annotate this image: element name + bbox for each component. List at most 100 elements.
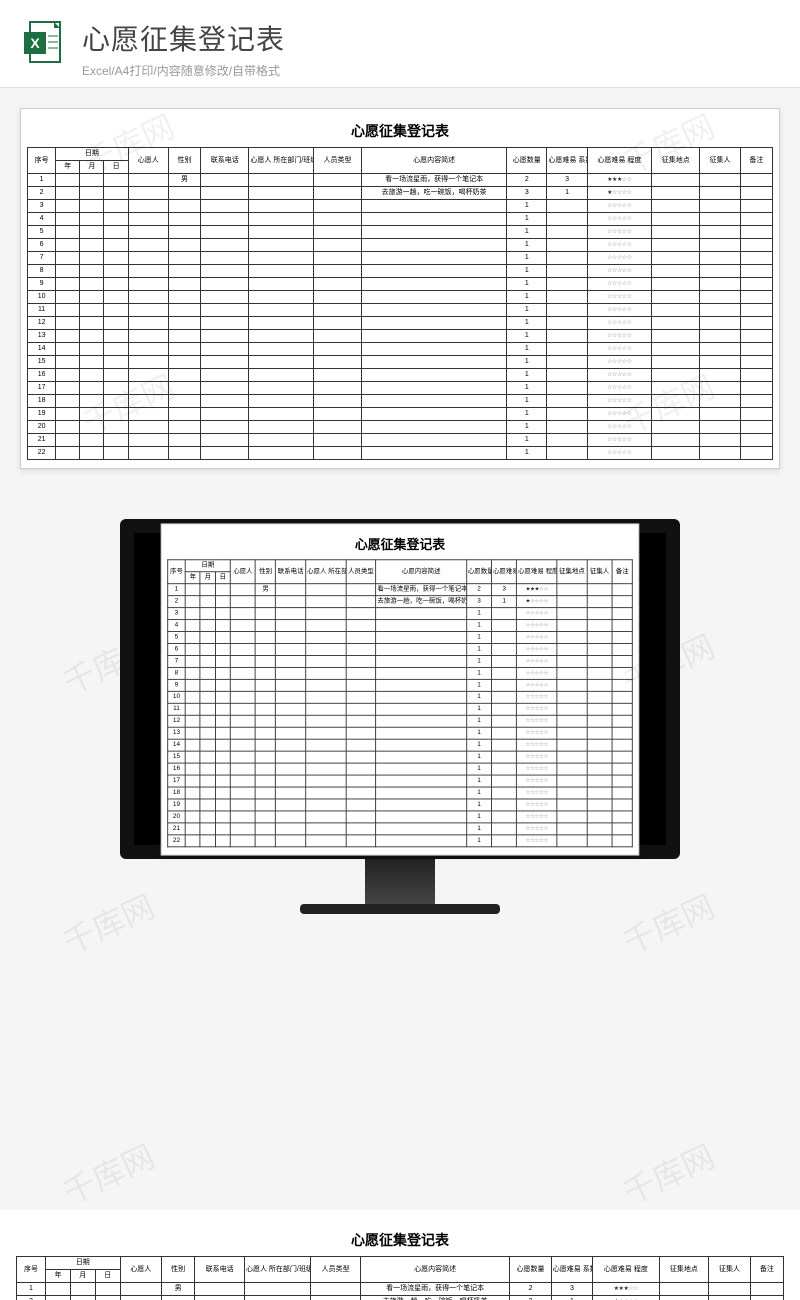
col-seq: 序号 — [28, 148, 56, 174]
table-row: 1 男 看一场流星雨，获得一个笔记本23 ★★★☆☆ — [17, 1283, 784, 1296]
spreadsheet-preview: 心愿征集登记表 序号 日期 心愿人 性别 联系电话 心愿人 所在部门/班级 人员… — [20, 108, 780, 469]
col-date: 日期 — [56, 148, 128, 161]
table-row: 15 1 ☆☆☆☆☆ — [168, 751, 633, 763]
table-row: 7 1 ☆☆☆☆☆ — [168, 655, 633, 667]
col-remark: 备注 — [612, 559, 632, 583]
col-level: 心愿难易 程度 — [517, 559, 557, 583]
col-person: 心愿人 — [230, 559, 255, 583]
table-row: 1 男 看一场流星雨，获得一个笔记本23 ★★★☆☆ — [28, 174, 773, 187]
table-row: 16 1 ☆☆☆☆☆ — [28, 369, 773, 382]
sheet-title-monitor: 心愿征集登记表 — [167, 531, 633, 559]
table-row: 3 1 ☆☆☆☆☆ — [28, 200, 773, 213]
table-row: 14 1 ☆☆☆☆☆ — [168, 739, 633, 751]
table-row: 9 1 ☆☆☆☆☆ — [28, 278, 773, 291]
table-row: 20 1 ☆☆☆☆☆ — [168, 810, 633, 822]
col-gender: 性别 — [256, 559, 276, 583]
col-gender: 性别 — [168, 148, 200, 174]
col-dept: 心愿人 所在部门/班级 — [244, 1257, 310, 1283]
col-year: 年 — [46, 1270, 71, 1283]
col-loc: 征集地点 — [557, 559, 587, 583]
table-row: 21 1 ☆☆☆☆☆ — [28, 434, 773, 447]
col-person: 心愿人 — [120, 1257, 161, 1283]
col-date: 日期 — [185, 559, 230, 571]
col-day: 日 — [95, 1270, 120, 1283]
col-remark: 备注 — [740, 148, 772, 174]
wish-table: 序号 日期 心愿人 性别 联系电话 心愿人 所在部门/班级 人员类型 心愿内容简… — [27, 147, 773, 460]
table-row: 8 1 ☆☆☆☆☆ — [168, 667, 633, 679]
watermark: 千库网 — [615, 1132, 721, 1214]
col-loc: 征集地点 — [659, 1257, 709, 1283]
monitor-screen: 心愿征集登记表 序号 日期 心愿人 性别 联系电话 心愿人 所在部门/班级 人员… — [120, 519, 680, 859]
table-row: 21 1 ☆☆☆☆☆ — [168, 822, 633, 834]
page-subtitle: Excel/A4打印/内容随意修改/自带格式 — [82, 62, 780, 79]
col-year: 年 — [56, 161, 80, 174]
col-year: 年 — [185, 571, 200, 583]
bottom-cropped-preview: 心愿征集登记表 序号 日期 心愿人 性别 联系电话 心愿人 所在部门/班级 人员… — [0, 1210, 800, 1300]
table-row: 19 1 ☆☆☆☆☆ — [28, 408, 773, 421]
table-row: 22 1 ☆☆☆☆☆ — [28, 447, 773, 460]
table-row: 7 1 ☆☆☆☆☆ — [28, 252, 773, 265]
wish-table-monitor: 序号 日期 心愿人 性别 联系电话 心愿人 所在部门/班级 人员类型 心愿内容简… — [167, 559, 633, 847]
table-row: 15 1 ☆☆☆☆☆ — [28, 356, 773, 369]
table-row: 2 去旅游一趟，吃一碗饭，喝杯奶茶31 ★☆☆☆☆ — [28, 187, 773, 200]
col-loc: 征集地点 — [652, 148, 700, 174]
table-row: 18 1 ☆☆☆☆☆ — [28, 395, 773, 408]
watermark: 千库网 — [55, 1132, 161, 1214]
col-month: 月 — [80, 161, 104, 174]
col-level: 心愿难易 程度 — [587, 148, 651, 174]
col-date: 日期 — [46, 1257, 121, 1270]
table-row: 9 1 ☆☆☆☆☆ — [168, 679, 633, 691]
col-month: 月 — [200, 571, 215, 583]
table-row: 1 男 看一场流星雨，获得一个笔记本23 ★★★☆☆ — [168, 583, 633, 595]
col-dept: 心愿人 所在部门/班级 — [249, 148, 313, 174]
monitor-base — [300, 904, 500, 914]
spreadsheet-preview-monitor: 心愿征集登记表 序号 日期 心愿人 性别 联系电话 心愿人 所在部门/班级 人员… — [161, 523, 639, 855]
sheet-title: 心愿征集登记表 — [27, 117, 773, 147]
table-row: 5 1 ☆☆☆☆☆ — [28, 226, 773, 239]
table-row: 13 1 ☆☆☆☆☆ — [28, 330, 773, 343]
col-phone: 联系电话 — [195, 1257, 245, 1283]
table-row: 20 1 ☆☆☆☆☆ — [28, 421, 773, 434]
col-collector: 征集人 — [700, 148, 740, 174]
table-row: 10 1 ☆☆☆☆☆ — [28, 291, 773, 304]
col-qty: 心愿数量 — [507, 148, 547, 174]
col-remark: 备注 — [750, 1257, 783, 1283]
table-row: 22 1 ☆☆☆☆☆ — [168, 834, 633, 846]
col-coef: 心愿难易 系数 — [551, 1257, 592, 1283]
table-row: 5 1 ☆☆☆☆☆ — [168, 631, 633, 643]
table-row: 19 1 ☆☆☆☆☆ — [168, 798, 633, 810]
col-person: 心愿人 — [128, 148, 168, 174]
table-row: 4 1 ☆☆☆☆☆ — [28, 213, 773, 226]
table-row: 13 1 ☆☆☆☆☆ — [168, 727, 633, 739]
col-gender: 性别 — [162, 1257, 195, 1283]
col-phone: 联系电话 — [201, 148, 249, 174]
table-row: 2 去旅游一趟，吃一碗饭，喝杯奶茶31 ★☆☆☆☆ — [17, 1296, 784, 1300]
table-row: 3 1 ☆☆☆☆☆ — [168, 607, 633, 619]
col-ptype: 人员类型 — [311, 1257, 361, 1283]
wish-table-bottom: 序号 日期 心愿人 性别 联系电话 心愿人 所在部门/班级 人员类型 心愿内容简… — [16, 1256, 784, 1300]
col-ptype: 人员类型 — [313, 148, 361, 174]
col-ptype: 人员类型 — [346, 559, 376, 583]
table-row: 12 1 ☆☆☆☆☆ — [168, 715, 633, 727]
table-row: 4 1 ☆☆☆☆☆ — [168, 619, 633, 631]
table-row: 10 1 ☆☆☆☆☆ — [168, 691, 633, 703]
col-coef: 心愿难易 系数 — [492, 559, 517, 583]
col-day: 日 — [215, 571, 230, 583]
col-month: 月 — [70, 1270, 95, 1283]
col-coef: 心愿难易 系数 — [547, 148, 587, 174]
col-level: 心愿难易 程度 — [593, 1257, 659, 1283]
table-row: 17 1 ☆☆☆☆☆ — [168, 775, 633, 787]
col-collector: 征集人 — [587, 559, 612, 583]
page-title: 心愿征集登记表 — [82, 18, 780, 58]
table-row: 14 1 ☆☆☆☆☆ — [28, 343, 773, 356]
preview-flat: 心愿征集登记表 序号 日期 心愿人 性别 联系电话 心愿人 所在部门/班级 人员… — [0, 88, 800, 479]
table-row: 6 1 ☆☆☆☆☆ — [28, 239, 773, 252]
col-seq: 序号 — [17, 1257, 46, 1283]
col-qty: 心愿数量 — [466, 559, 491, 583]
table-row: 6 1 ☆☆☆☆☆ — [168, 643, 633, 655]
table-row: 11 1 ☆☆☆☆☆ — [168, 703, 633, 715]
col-seq: 序号 — [168, 559, 186, 583]
monitor-mockup: 心愿征集登记表 序号 日期 心愿人 性别 联系电话 心愿人 所在部门/班级 人员… — [0, 479, 800, 974]
table-row: 17 1 ☆☆☆☆☆ — [28, 382, 773, 395]
monitor-stand — [365, 859, 435, 904]
